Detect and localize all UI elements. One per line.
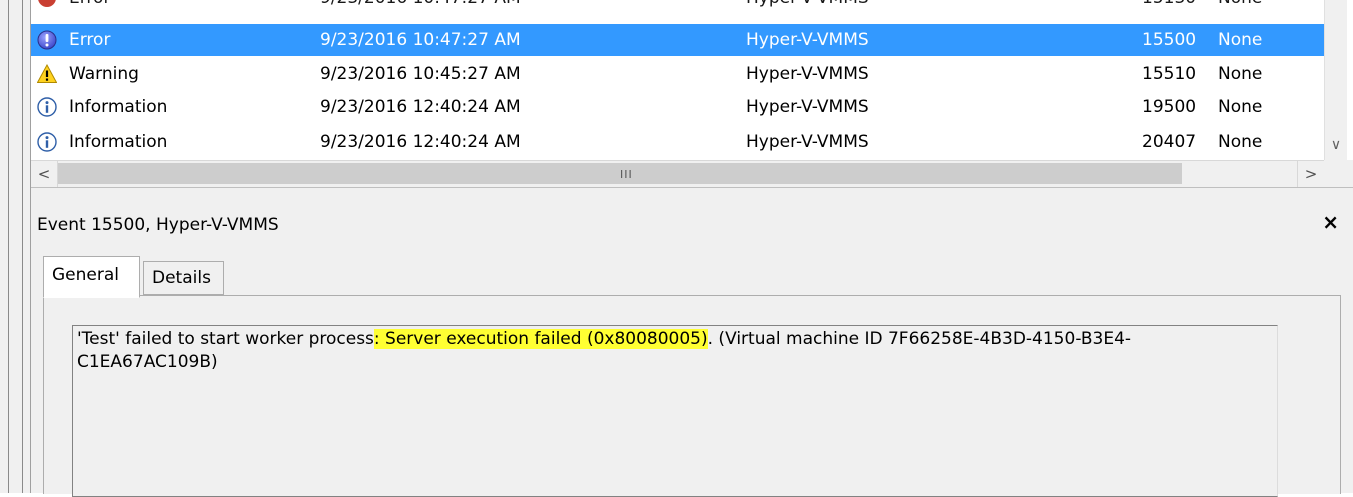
frame-line [8, 0, 9, 493]
warning-icon [37, 64, 57, 83]
scroll-right-arrow-icon[interactable]: > [1297, 161, 1324, 187]
event-task: None [1218, 64, 1263, 84]
detail-title: Event 15500, Hyper-V-VMMS [37, 215, 279, 235]
event-id: 20407 [1142, 132, 1197, 152]
event-level: Error [69, 0, 110, 14]
event-date: 9/23/2016 10:47:27 AM [320, 30, 521, 50]
event-task: None [1218, 132, 1263, 152]
event-date: 9/23/2016 12:40:24 AM [320, 132, 521, 152]
tab-general[interactable]: General [43, 256, 140, 298]
event-date: 9/23/2016 10:45:27 AM [320, 64, 521, 84]
event-task: None [1218, 0, 1262, 14]
scrollbar-grip-icon: III [620, 168, 633, 181]
event-source: Hyper-V-VMMS [746, 64, 869, 84]
event-level: Information [69, 97, 168, 117]
pane-splitter[interactable] [31, 187, 1353, 203]
event-source: Hyper-V-VMMS [746, 97, 869, 117]
event-date: 9/23/2016 10:47:27 AM [320, 0, 521, 14]
scroll-down-arrow-icon[interactable]: ∨ [1325, 132, 1347, 158]
event-list[interactable]: Error 9/23/2016 10:47:27 AM Hyper-V-VMMS… [31, 0, 1324, 160]
information-icon [37, 97, 57, 117]
event-date: 9/23/2016 12:40:24 AM [320, 97, 521, 117]
scrollbar-corner [1324, 160, 1353, 188]
error-icon [38, 0, 56, 7]
event-task: None [1218, 30, 1263, 50]
scrollbar-thumb[interactable]: III [58, 163, 1182, 184]
event-id: 15500 [1142, 30, 1197, 50]
event-level: Information [69, 132, 168, 152]
event-row[interactable]: Information 9/23/2016 12:40:24 AM Hyper-… [31, 126, 1324, 158]
event-row[interactable]: Information 9/23/2016 12:40:24 AM Hyper-… [31, 91, 1324, 123]
event-id: 15510 [1142, 64, 1197, 84]
error-icon [37, 30, 57, 50]
general-tab-panel: 'Test' failed to start worker process: S… [43, 295, 1341, 497]
event-description-box[interactable]: 'Test' failed to start worker process: S… [72, 325, 1278, 497]
event-description: 'Test' failed to start worker process: S… [77, 328, 1257, 374]
event-row-partial[interactable]: Error 9/23/2016 10:47:27 AM Hyper-V-VMMS… [31, 0, 1324, 14]
event-source: Hyper-V-VMMS [746, 0, 869, 14]
tab-details[interactable]: Details [143, 261, 224, 295]
description-text: 'Test' failed to start worker process [77, 329, 374, 349]
left-frame [0, 0, 31, 493]
event-source: Hyper-V-VMMS [746, 30, 869, 50]
event-level: Error [69, 30, 111, 50]
vertical-scrollbar[interactable]: ∨ [1324, 0, 1347, 160]
event-id: 15130 [1142, 0, 1196, 14]
event-row[interactable]: Error 9/23/2016 10:47:27 AM Hyper-V-VMMS… [31, 24, 1324, 56]
event-level: Warning [69, 64, 139, 84]
scroll-left-arrow-icon[interactable]: < [31, 161, 58, 187]
horizontal-scrollbar[interactable]: < III > [31, 160, 1324, 188]
event-task: None [1218, 97, 1263, 117]
information-icon [37, 132, 57, 152]
close-icon[interactable]: × [1322, 210, 1339, 234]
event-source: Hyper-V-VMMS [746, 132, 869, 152]
frame-line [22, 0, 23, 493]
event-row[interactable]: Warning 9/23/2016 10:45:27 AM Hyper-V-VM… [31, 58, 1324, 90]
event-id: 19500 [1142, 97, 1197, 117]
event-detail-pane: Event 15500, Hyper-V-VMMS × General Deta… [31, 202, 1353, 497]
description-highlight: : Server execution failed (0x80080005) [373, 329, 708, 349]
